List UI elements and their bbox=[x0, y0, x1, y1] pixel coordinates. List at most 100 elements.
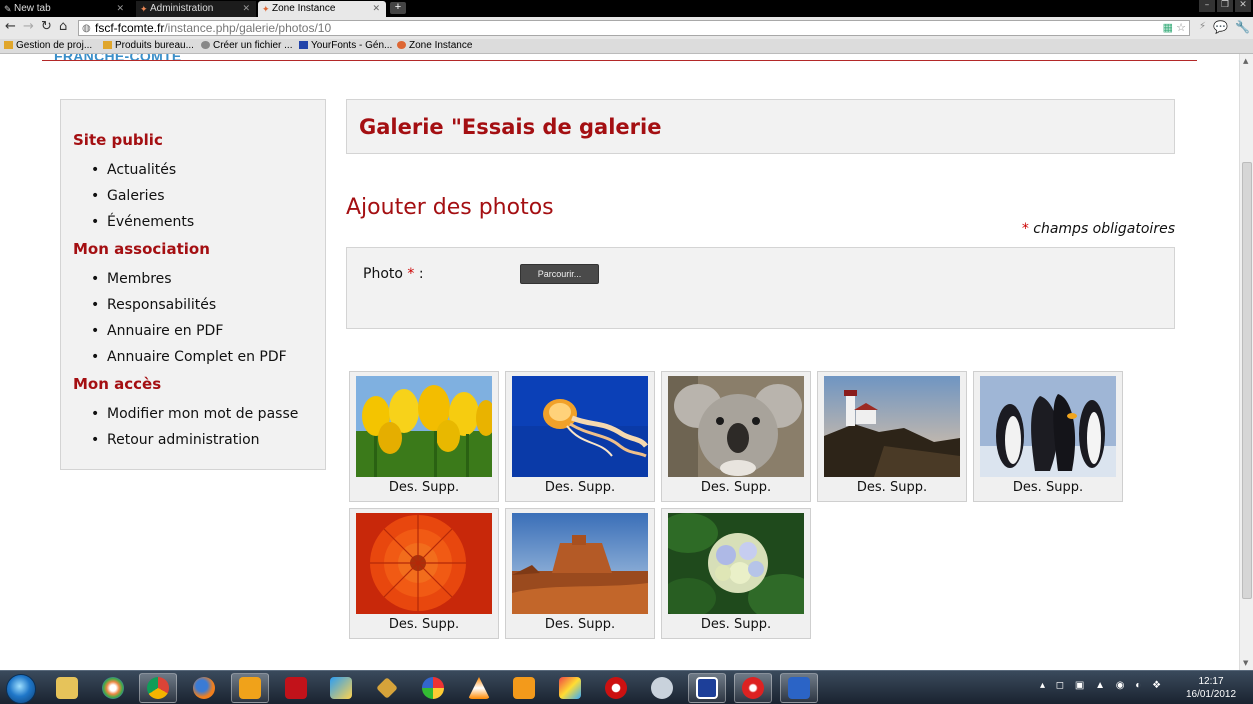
chat-bubble-icon[interactable]: 💬 bbox=[1213, 20, 1228, 34]
wrench-icon[interactable]: 🔧 bbox=[1235, 20, 1250, 34]
sidebar-list: Modifier mon mot de passe Retour adminis… bbox=[91, 401, 325, 453]
site-logo[interactable]: FRANCHE-COMTE bbox=[54, 54, 182, 64]
taskbar-app-16[interactable] bbox=[734, 673, 772, 703]
address-bar[interactable]: ◍ fscf-fcomte.fr/instance.php/galerie/ph… bbox=[78, 20, 1190, 36]
close-icon[interactable]: ✕ bbox=[372, 3, 380, 14]
photo-koala[interactable] bbox=[668, 376, 804, 477]
sidebar-item-retour-administration[interactable]: Retour administration bbox=[91, 427, 325, 453]
sidebar-item-annuaire-complet-pdf[interactable]: Annuaire Complet en PDF bbox=[91, 344, 325, 370]
add-photos-heading: Ajouter des photos bbox=[346, 195, 554, 220]
supp-link[interactable]: Supp. bbox=[578, 480, 615, 495]
scroll-down-icon[interactable]: ▼ bbox=[1243, 659, 1248, 667]
taskbar-chrome[interactable] bbox=[139, 673, 177, 703]
des-link[interactable]: Des. bbox=[389, 617, 418, 632]
bookmark-item[interactable]: Produits bureau... bbox=[103, 40, 194, 51]
forward-icon[interactable]: → bbox=[23, 20, 34, 34]
supp-link[interactable]: Supp. bbox=[734, 480, 771, 495]
minimize-icon[interactable]: – bbox=[1199, 0, 1215, 12]
des-link[interactable]: Des. bbox=[701, 480, 730, 495]
supp-link[interactable]: Supp. bbox=[422, 617, 459, 632]
scroll-up-icon[interactable]: ▲ bbox=[1243, 57, 1248, 65]
sidebar-item-actualites[interactable]: Actualités bbox=[91, 157, 325, 183]
maximize-icon[interactable]: ❐ bbox=[1217, 0, 1233, 12]
taskbar-vlc[interactable] bbox=[460, 673, 498, 703]
close-icon[interactable]: ✕ bbox=[242, 3, 250, 14]
supp-link[interactable]: Supp. bbox=[422, 480, 459, 495]
label-colon: : bbox=[418, 266, 424, 282]
new-tab-icon: ✎ bbox=[4, 4, 12, 14]
close-window-icon[interactable]: ✕ bbox=[1235, 0, 1251, 12]
photo-chrysanthemum[interactable] bbox=[356, 513, 492, 614]
supp-link[interactable]: Supp. bbox=[734, 617, 771, 632]
bookmark-item[interactable]: Gestion de proj... bbox=[4, 40, 92, 51]
start-button[interactable] bbox=[6, 674, 36, 704]
taskbar-photoshop-elements[interactable] bbox=[780, 673, 818, 703]
photo-card: Des. Supp. bbox=[505, 508, 655, 639]
taskbar-app-9[interactable] bbox=[414, 673, 452, 703]
sidebar-item-membres[interactable]: Membres bbox=[91, 266, 325, 292]
tab-zone-instance[interactable]: ✦ Zone Instance ✕ bbox=[258, 1, 386, 17]
page-scrollbar[interactable]: ▲ ▼ bbox=[1239, 54, 1253, 670]
bookmark-label: YourFonts - Gén... bbox=[311, 40, 393, 51]
des-link[interactable]: Des. bbox=[389, 480, 418, 495]
extension-icon[interactable]: ▦ bbox=[1163, 21, 1173, 35]
puzzle-icon[interactable]: ⚡ bbox=[1199, 20, 1206, 34]
sidebar-item-modifier-mot-de-passe[interactable]: Modifier mon mot de passe bbox=[91, 401, 325, 427]
header-divider bbox=[42, 60, 1197, 61]
des-link[interactable]: Des. bbox=[545, 480, 574, 495]
taskbar-app-7[interactable] bbox=[322, 673, 360, 703]
sidebar-item-responsabilites[interactable]: Responsabilités bbox=[91, 292, 325, 318]
photo-lighthouse[interactable] bbox=[824, 376, 960, 477]
supp-link[interactable]: Supp. bbox=[1046, 480, 1083, 495]
supp-link[interactable]: Supp. bbox=[890, 480, 927, 495]
reload-icon[interactable]: ↻ bbox=[41, 20, 52, 34]
taskbar-picasa[interactable] bbox=[94, 673, 132, 703]
page-icon bbox=[201, 41, 210, 49]
taskbar-clock[interactable]: 12:17 16/01/2012 bbox=[1182, 675, 1240, 701]
photo-card: Des. Supp. bbox=[349, 508, 499, 639]
photo-card: Des. Supp. bbox=[349, 371, 499, 502]
taskbar-media-player[interactable] bbox=[505, 673, 543, 703]
sidebar-item-evenements[interactable]: Événements bbox=[91, 209, 325, 235]
des-link[interactable]: Des. bbox=[1013, 480, 1042, 495]
home-icon[interactable]: ⌂ bbox=[59, 20, 67, 34]
windows-taskbar: ▴ ◻ ▣ ▲ ◉ ◐ ❖ 12:17 16/01/2012 bbox=[0, 670, 1253, 704]
sidebar-item-galeries[interactable]: Galeries bbox=[91, 183, 325, 209]
tab-administration[interactable]: ✦ Administration ✕ bbox=[136, 1, 256, 17]
taskbar-app-14[interactable] bbox=[643, 673, 681, 703]
taskbar-filezilla[interactable] bbox=[277, 673, 315, 703]
system-tray[interactable]: ▴ ◻ ▣ ▲ ◉ ◐ ❖ bbox=[1040, 680, 1165, 691]
taskbar-app-13[interactable] bbox=[597, 673, 635, 703]
taskbar-firefox[interactable] bbox=[185, 673, 223, 703]
taskbar-explorer[interactable] bbox=[48, 673, 86, 703]
bookmark-item[interactable]: Zone Instance bbox=[397, 40, 472, 51]
browse-button[interactable]: Parcourir... bbox=[520, 264, 599, 284]
close-icon[interactable]: ✕ bbox=[116, 3, 124, 14]
new-tab-button[interactable]: + bbox=[390, 2, 406, 14]
taskbar-app-12[interactable] bbox=[551, 673, 589, 703]
bookmark-item[interactable]: YourFonts - Gén... bbox=[299, 40, 392, 51]
star-icon[interactable]: ☆ bbox=[1176, 21, 1186, 35]
taskbar-app-8[interactable] bbox=[368, 673, 406, 703]
photo-penguins[interactable] bbox=[980, 376, 1116, 477]
folder-icon bbox=[56, 677, 78, 699]
bookmark-item[interactable]: Créer un fichier ... bbox=[201, 40, 292, 51]
taskbar-outlook[interactable] bbox=[231, 673, 269, 703]
des-link[interactable]: Des. bbox=[545, 617, 574, 632]
scrollbar-thumb[interactable] bbox=[1242, 162, 1252, 599]
photo-card: Des. Supp. bbox=[973, 371, 1123, 502]
photo-tulips[interactable] bbox=[356, 376, 492, 477]
des-link[interactable]: Des. bbox=[857, 480, 886, 495]
des-link[interactable]: Des. bbox=[701, 617, 730, 632]
photo-desert[interactable] bbox=[512, 513, 648, 614]
zone-favicon-icon: ✦ bbox=[262, 4, 270, 14]
chrome-icon bbox=[147, 677, 169, 699]
back-icon[interactable]: ← bbox=[5, 20, 16, 34]
tab-new-tab[interactable]: ✎ New tab ✕ bbox=[0, 1, 130, 17]
photo-caption: Des. Supp. bbox=[350, 617, 498, 632]
taskbar-app-15[interactable] bbox=[688, 673, 726, 703]
sidebar-item-annuaire-pdf[interactable]: Annuaire en PDF bbox=[91, 318, 325, 344]
supp-link[interactable]: Supp. bbox=[578, 617, 615, 632]
photo-hydrangeas[interactable] bbox=[668, 513, 804, 614]
photo-jellyfish[interactable] bbox=[512, 376, 648, 477]
